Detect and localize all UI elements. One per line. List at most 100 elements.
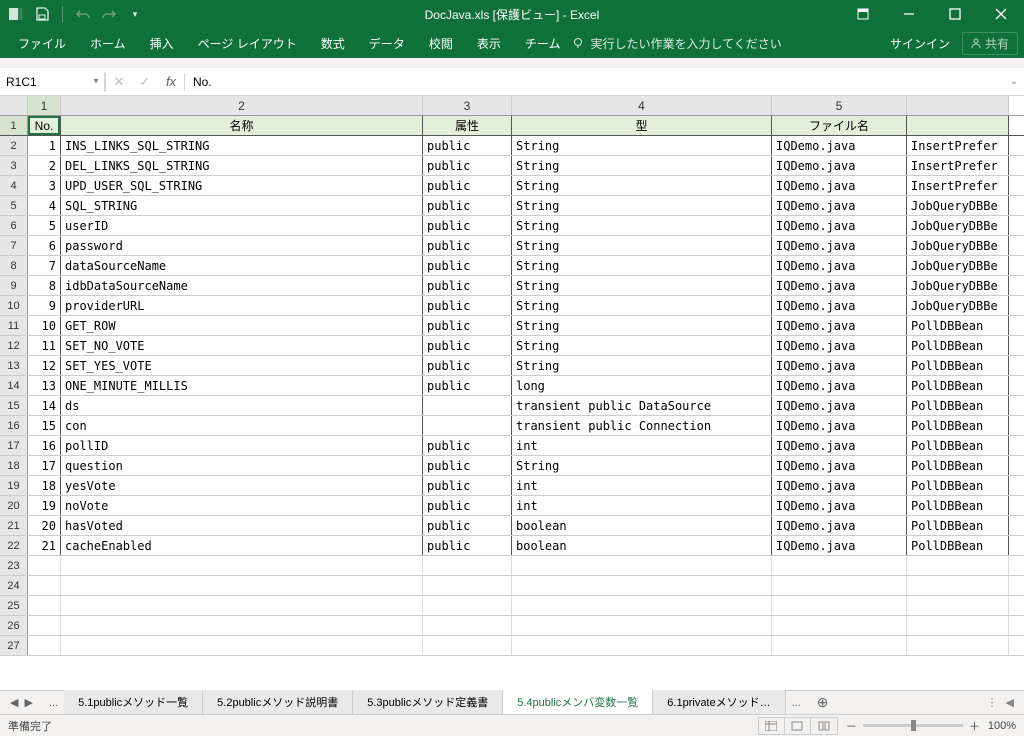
cell-type[interactable]: int xyxy=(512,436,772,455)
cell-file[interactable]: IQDemo.java xyxy=(772,176,907,195)
tab-nav-prev-icon[interactable]: ◀ xyxy=(10,696,18,709)
row-header[interactable]: 6 xyxy=(0,216,28,235)
row-header[interactable]: 26 xyxy=(0,616,28,635)
maximize-icon[interactable] xyxy=(932,0,978,28)
tell-me-search[interactable]: 実行したい作業を入力してください xyxy=(572,35,781,52)
page-break-view-icon[interactable] xyxy=(811,718,837,734)
save-icon[interactable] xyxy=(34,6,50,22)
cell-file[interactable]: IQDemo.java xyxy=(772,456,907,475)
row-header[interactable]: 2 xyxy=(0,136,28,155)
cell-file[interactable]: IQDemo.java xyxy=(772,296,907,315)
cell-attr[interactable]: public xyxy=(423,156,512,175)
row-header[interactable]: 21 xyxy=(0,516,28,535)
select-all-corner[interactable] xyxy=(0,96,28,115)
minimize-icon[interactable] xyxy=(886,0,932,28)
cell-no[interactable]: 10 xyxy=(28,316,61,335)
cell-type[interactable]: String xyxy=(512,336,772,355)
cell-no[interactable]: 5 xyxy=(28,216,61,235)
cell-attr[interactable]: public xyxy=(423,236,512,255)
cell-type[interactable]: String xyxy=(512,176,772,195)
cell-file[interactable]: IQDemo.java xyxy=(772,216,907,235)
cell-name[interactable]: ONE_MINUTE_MILLIS xyxy=(61,376,423,395)
cell-class[interactable]: JobQueryDBBe xyxy=(907,256,1009,275)
cell-no[interactable]: 11 xyxy=(28,336,61,355)
cell-attr[interactable]: public xyxy=(423,176,512,195)
redo-icon[interactable] xyxy=(101,6,117,22)
cell-type[interactable]: String xyxy=(512,216,772,235)
cell-no[interactable]: 4 xyxy=(28,196,61,215)
tab-file[interactable]: ファイル xyxy=(6,29,78,58)
cell-file[interactable]: IQDemo.java xyxy=(772,476,907,495)
cell-name[interactable]: DEL_LINKS_SQL_STRING xyxy=(61,156,423,175)
sheet-tab[interactable]: 5.1publicメソッド一覧 xyxy=(64,690,203,716)
cell[interactable] xyxy=(423,556,512,575)
tab-scroll-left-icon[interactable]: ◀ xyxy=(1006,696,1014,709)
cell-no[interactable]: 19 xyxy=(28,496,61,515)
sheet-tab[interactable]: 5.2publicメソッド説明書 xyxy=(203,690,353,716)
cell-class[interactable]: InsertPrefer xyxy=(907,136,1009,155)
row-header[interactable]: 22 xyxy=(0,536,28,555)
col-header[interactable]: 5 xyxy=(772,96,907,115)
cell-no[interactable]: 17 xyxy=(28,456,61,475)
cell[interactable] xyxy=(772,596,907,615)
cell-class[interactable]: PollDBBean xyxy=(907,456,1009,475)
row-header[interactable]: 24 xyxy=(0,576,28,595)
close-icon[interactable] xyxy=(978,0,1024,28)
normal-view-icon[interactable] xyxy=(759,718,785,734)
cell-attr[interactable]: public xyxy=(423,436,512,455)
cell-no[interactable]: 9 xyxy=(28,296,61,315)
cell-attr[interactable]: public xyxy=(423,256,512,275)
sheet-tab[interactable]: 5.4publicメンバ変数一覧 xyxy=(503,690,653,716)
cell-class[interactable]: PollDBBean xyxy=(907,436,1009,455)
row-header[interactable]: 18 xyxy=(0,456,28,475)
cell-header-type[interactable]: 型 xyxy=(512,116,772,135)
cell-attr[interactable]: public xyxy=(423,216,512,235)
cell[interactable] xyxy=(28,556,61,575)
row-header[interactable]: 14 xyxy=(0,376,28,395)
cell-file[interactable]: IQDemo.java xyxy=(772,276,907,295)
cell-name[interactable]: ds xyxy=(61,396,423,415)
cell-name[interactable]: providerURL xyxy=(61,296,423,315)
cell-file[interactable]: IQDemo.java xyxy=(772,516,907,535)
page-layout-view-icon[interactable] xyxy=(785,718,811,734)
cell-name[interactable]: yesVote xyxy=(61,476,423,495)
tab-overflow-right[interactable]: ... xyxy=(786,697,807,709)
cell-class[interactable]: PollDBBean xyxy=(907,536,1009,555)
cell[interactable] xyxy=(61,556,423,575)
cell-header-attr[interactable]: 属性 xyxy=(423,116,512,135)
row-header[interactable]: 8 xyxy=(0,256,28,275)
cell-name[interactable]: SET_YES_VOTE xyxy=(61,356,423,375)
cell[interactable] xyxy=(61,616,423,635)
row-header[interactable]: 25 xyxy=(0,596,28,615)
zoom-out-icon[interactable]: － xyxy=(846,718,857,734)
tab-team[interactable]: チーム xyxy=(513,29,573,58)
sheet-tab[interactable]: 5.3publicメソッド定義書 xyxy=(353,690,503,716)
cell-class[interactable]: InsertPrefer xyxy=(907,176,1009,195)
cell-class[interactable]: JobQueryDBBe xyxy=(907,276,1009,295)
cell-class[interactable]: JobQueryDBBe xyxy=(907,196,1009,215)
cell-no[interactable]: 2 xyxy=(28,156,61,175)
tab-formulas[interactable]: 数式 xyxy=(309,29,357,58)
row-header[interactable]: 7 xyxy=(0,236,28,255)
row-header[interactable]: 17 xyxy=(0,436,28,455)
cell-no[interactable]: 16 xyxy=(28,436,61,455)
cell-type[interactable]: String xyxy=(512,316,772,335)
cell-attr[interactable]: public xyxy=(423,536,512,555)
cell-name[interactable]: pollID xyxy=(61,436,423,455)
cell[interactable] xyxy=(423,636,512,655)
tab-insert[interactable]: 挿入 xyxy=(138,29,186,58)
row-header[interactable]: 27 xyxy=(0,636,28,655)
cell-attr[interactable]: public xyxy=(423,516,512,535)
cell-header-name[interactable]: 名称 xyxy=(61,116,423,135)
cell-no[interactable]: 7 xyxy=(28,256,61,275)
ribbon-display-options-icon[interactable] xyxy=(840,0,886,28)
cell-file[interactable]: IQDemo.java xyxy=(772,536,907,555)
cell-class[interactable]: PollDBBean xyxy=(907,336,1009,355)
cell-attr[interactable] xyxy=(423,416,512,435)
cell-file[interactable]: IQDemo.java xyxy=(772,336,907,355)
cell-attr[interactable]: public xyxy=(423,376,512,395)
row-header[interactable]: 20 xyxy=(0,496,28,515)
cell-type[interactable]: int xyxy=(512,496,772,515)
col-header[interactable]: 2 xyxy=(61,96,423,115)
cell-no[interactable]: 13 xyxy=(28,376,61,395)
